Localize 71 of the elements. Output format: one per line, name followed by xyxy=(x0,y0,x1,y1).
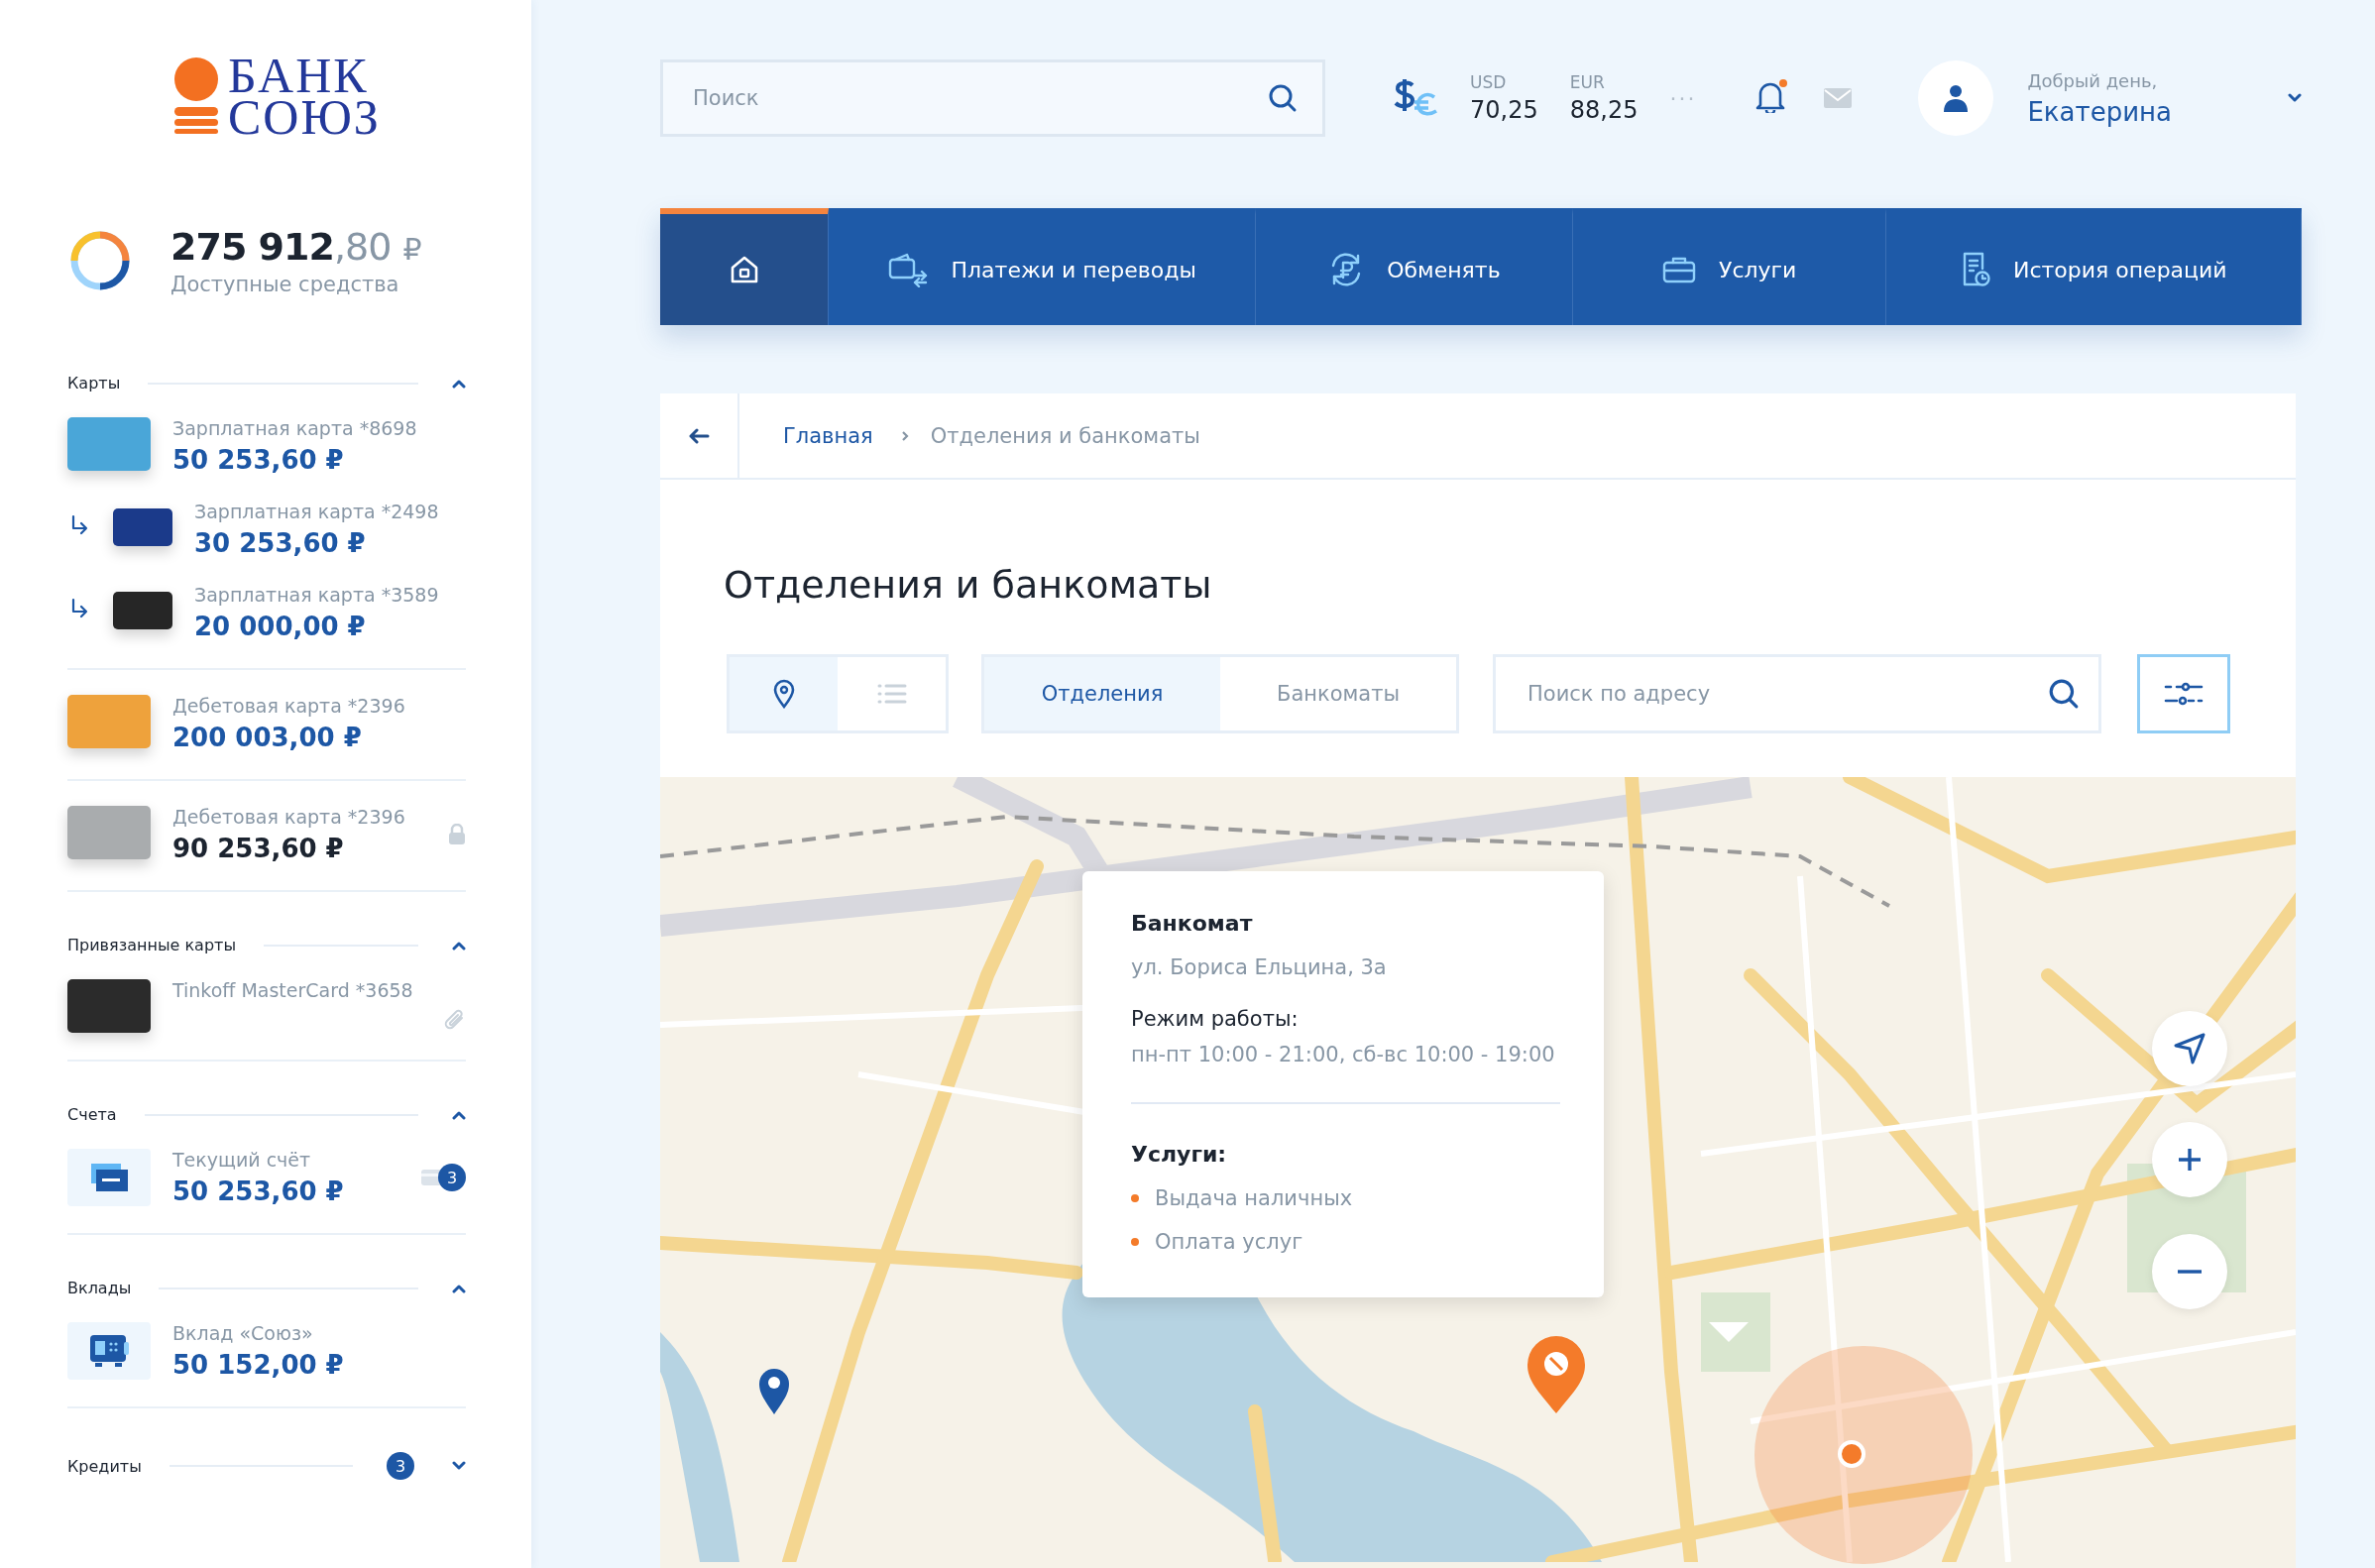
chevron-icon[interactable] xyxy=(452,1283,466,1293)
chevron-icon[interactable] xyxy=(452,940,466,951)
search-field[interactable]: Поиск xyxy=(660,59,1325,137)
count-badge: 3 xyxy=(438,1164,466,1191)
search-icon[interactable] xyxy=(2048,678,2080,710)
chevron-right-icon xyxy=(900,429,909,442)
balance-amount: 275 912,80 ₽ xyxy=(170,225,421,269)
bullet-icon xyxy=(1131,1238,1139,1246)
logo-icon xyxy=(172,56,220,137)
service-item: Выдача наличных xyxy=(1155,1186,1353,1210)
breadcrumb-current: Отделения и банкоматы xyxy=(930,423,1200,448)
balance-caption: Доступные средства xyxy=(170,273,400,296)
arrow-left-icon xyxy=(688,427,710,444)
nav-tab[interactable]: Услуги xyxy=(1572,208,1886,325)
product-amount: 90 253,60 ₽ xyxy=(172,834,345,863)
pin-icon xyxy=(772,679,795,709)
nav-tab[interactable]: История операций xyxy=(1885,208,2302,325)
product-amount: 50 253,60 ₽ xyxy=(172,1176,345,1206)
plus-icon xyxy=(2177,1147,2203,1173)
nav-tab[interactable]: Платежи и переводы xyxy=(829,208,1257,325)
chevron-icon[interactable] xyxy=(2288,93,2302,103)
popup-title: Банкомат xyxy=(1131,911,1254,936)
greeting-text: Добрый день, xyxy=(2027,69,2159,91)
product-amount: 20 000,00 ₽ xyxy=(194,612,367,641)
breadcrumb-link[interactable]: Главная xyxy=(783,423,873,448)
user-name[interactable]: Екатерина xyxy=(2027,96,2288,127)
search-icon[interactable] xyxy=(1268,83,1298,113)
popup-pointer xyxy=(1709,1322,1749,1342)
map-pin-icon[interactable] xyxy=(757,1367,791,1416)
count-badge: 3 xyxy=(387,1452,414,1480)
address-search-field[interactable]: Поиск по адресу xyxy=(1493,654,2101,733)
list-icon xyxy=(876,683,907,705)
chevron-icon[interactable] xyxy=(452,1109,466,1120)
currency-rate: 88,25 xyxy=(1569,96,1639,124)
filter-tab[interactable]: Отделения xyxy=(984,657,1220,730)
nav-tab[interactable]: Обменять xyxy=(1256,208,1573,325)
hours-text: пн-пт 10:00 - 21:00, сб-вс 10:00 - 19:00 xyxy=(1131,1043,1556,1066)
product-amount: 50 253,60 ₽ xyxy=(172,445,345,475)
person-icon xyxy=(1942,83,1971,113)
navigation-arrow-icon xyxy=(2173,1032,2206,1065)
nav-tab[interactable] xyxy=(660,208,830,325)
page-title: Отделения и банкоматы xyxy=(724,563,1213,607)
donut-icon xyxy=(69,230,131,291)
map-view-button[interactable] xyxy=(730,657,838,730)
service-item: Оплата услуг xyxy=(1155,1230,1303,1254)
location-dot-icon xyxy=(1837,1439,1866,1469)
safe-icon xyxy=(67,1322,151,1380)
services-label: Услуги: xyxy=(1131,1142,1228,1167)
section-title[interactable]: Карты xyxy=(67,374,121,392)
currency-code: USD xyxy=(1470,72,1508,92)
chevron-icon[interactable] xyxy=(452,378,466,389)
product-amount: 30 253,60 ₽ xyxy=(194,528,367,558)
currency-rate: 70,25 xyxy=(1470,96,1538,124)
section-title[interactable]: Кредиты xyxy=(67,1456,142,1476)
minus-icon xyxy=(2177,1269,2203,1275)
product-amount: 200 003,00 ₽ xyxy=(172,723,363,752)
hours-label: Режим работы: xyxy=(1131,1007,1300,1031)
product-amount: 50 152,00 ₽ xyxy=(172,1350,345,1380)
logo-text: СОЮЗ xyxy=(228,96,381,138)
wallet-icon xyxy=(887,252,930,287)
currency-code: EUR xyxy=(1569,72,1606,92)
briefcase-icon xyxy=(1660,255,1697,284)
filter-button[interactable] xyxy=(2137,654,2230,733)
popup-address: ул. Бориса Ельцина, 3а xyxy=(1131,955,1388,979)
account-icon xyxy=(67,1149,151,1206)
chevron-icon[interactable] xyxy=(452,1461,466,1471)
section-title[interactable]: Вклады xyxy=(67,1279,132,1297)
section-title[interactable]: Счета xyxy=(67,1105,117,1124)
logo-text: БАНК xyxy=(228,55,369,96)
section-title[interactable]: Привязанные карты xyxy=(67,936,236,954)
bullet-icon xyxy=(1131,1194,1139,1202)
